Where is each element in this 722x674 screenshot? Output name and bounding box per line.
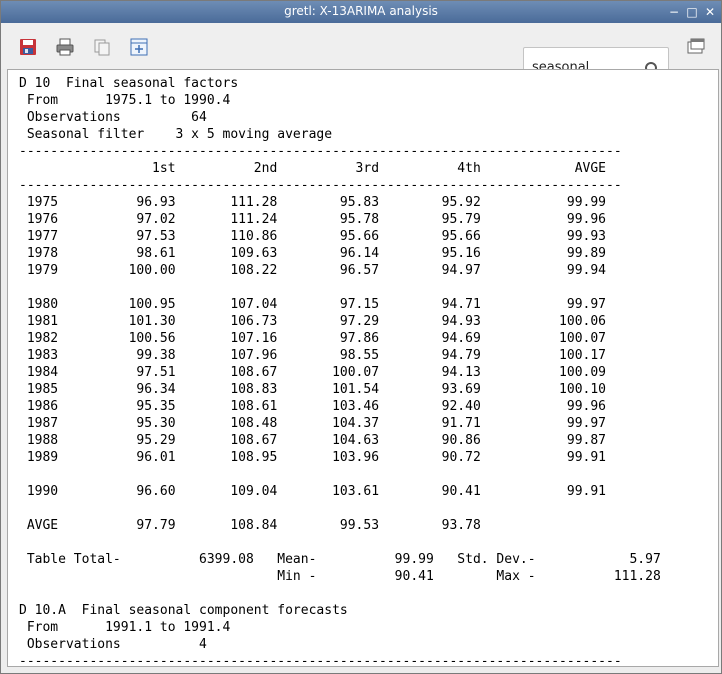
- output-text-view[interactable]: D 10 Final seasonal factors From 1975.1 …: [7, 69, 719, 667]
- close-button[interactable]: ✕: [703, 5, 717, 19]
- title-bar[interactable]: gretl: X-13ARIMA analysis − □ ✕: [1, 1, 721, 23]
- add-to-dataset-button[interactable]: [129, 37, 149, 57]
- add-to-dataset-icon: [130, 38, 148, 56]
- open-window-icon: [687, 38, 705, 54]
- toolbar: [1, 23, 721, 91]
- print-icon: [56, 38, 74, 56]
- maximize-button[interactable]: □: [685, 5, 699, 19]
- save-icon: [20, 39, 36, 55]
- x13arima-window: gretl: X-13ARIMA analysis − □ ✕ D 10 Fin…: [0, 0, 722, 674]
- minimize-button[interactable]: −: [667, 5, 681, 19]
- open-window-button[interactable]: [686, 37, 706, 57]
- copy-button[interactable]: [92, 37, 112, 57]
- print-button[interactable]: [55, 37, 75, 57]
- copy-icon: [94, 39, 110, 56]
- x13-output-text: D 10 Final seasonal factors From 1975.1 …: [19, 76, 661, 667]
- window-title: gretl: X-13ARIMA analysis: [284, 4, 438, 18]
- save-button[interactable]: [18, 37, 38, 57]
